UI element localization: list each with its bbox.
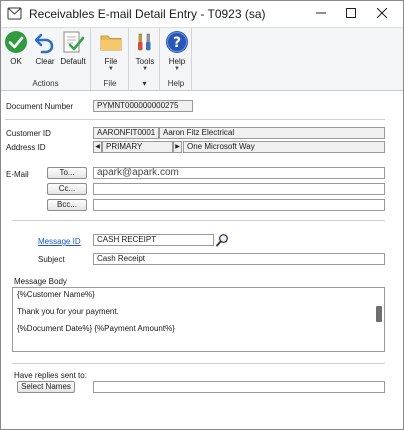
close-icon bbox=[377, 8, 387, 18]
ribbon-group-tools-dropdown[interactable]: ▾ bbox=[130, 79, 159, 88]
to-field[interactable]: apark@apark.com bbox=[93, 167, 385, 179]
title-bar: Receivables E-mail Detail Entry - T0923 … bbox=[1, 1, 403, 27]
ribbon-group-label-help: Help bbox=[167, 79, 185, 88]
customer-name-field: Aaron Fitz Electrical bbox=[159, 127, 385, 139]
cc-field[interactable] bbox=[93, 183, 385, 195]
default-button[interactable]: Default bbox=[58, 30, 88, 70]
undo-icon bbox=[34, 33, 54, 54]
message-line: Thank you for your payment. bbox=[17, 307, 119, 316]
app-icon bbox=[7, 7, 22, 20]
help-button[interactable]: ? Help ▼ bbox=[162, 30, 192, 72]
minimize-button[interactable] bbox=[306, 1, 336, 25]
separator bbox=[12, 220, 385, 221]
address-id-field: PRIMARY bbox=[102, 141, 173, 153]
file-button[interactable]: File ▼ bbox=[96, 30, 126, 72]
scrollbar-thumb[interactable] bbox=[376, 306, 382, 322]
address-prev-button[interactable]: ◀ bbox=[93, 141, 102, 153]
select-names-button[interactable]: Select Names bbox=[17, 381, 75, 393]
subject-label: Subject bbox=[38, 255, 65, 264]
help-icon: ? bbox=[166, 31, 188, 53]
address-id-label: Address ID bbox=[6, 143, 46, 152]
separator bbox=[12, 363, 385, 364]
maximize-button[interactable] bbox=[336, 1, 366, 25]
bcc-button[interactable]: Bcc... bbox=[47, 199, 87, 211]
replies-field[interactable] bbox=[93, 381, 385, 393]
window-title: Receivables E-mail Detail Entry - T0923 … bbox=[29, 7, 266, 21]
bcc-field[interactable] bbox=[93, 199, 385, 211]
document-number-field: PYMNT000000000275 bbox=[93, 100, 193, 112]
cc-button[interactable]: Cc... bbox=[47, 183, 87, 195]
separator bbox=[5, 119, 385, 120]
maximize-icon bbox=[346, 8, 356, 18]
customer-id-label: Customer ID bbox=[6, 129, 51, 138]
to-button[interactable]: To... bbox=[47, 167, 87, 179]
tools-button[interactable]: Tools ▼ bbox=[130, 30, 160, 72]
message-line: {%Customer Name%} bbox=[17, 290, 95, 299]
magnifier-icon[interactable] bbox=[215, 233, 230, 247]
replies-label: Have replies sent to: bbox=[14, 371, 87, 380]
email-label: E-Mail bbox=[6, 170, 29, 179]
subject-field[interactable]: Cash Receipt bbox=[93, 253, 385, 265]
ribbon-group-label-file: File bbox=[103, 79, 117, 88]
help-dropdown-arrow: ▼ bbox=[174, 66, 180, 72]
tools-dropdown-arrow: ▼ bbox=[142, 66, 148, 72]
message-body-label: Message Body bbox=[14, 277, 67, 286]
message-id-link[interactable]: Message ID bbox=[38, 237, 81, 246]
message-line: {%Document Date%} {%Payment Amount%} bbox=[17, 324, 175, 333]
close-button[interactable] bbox=[367, 1, 397, 25]
document-number-label: Document Number bbox=[6, 102, 74, 111]
tools-icon bbox=[138, 33, 151, 51]
minimize-icon bbox=[316, 12, 326, 14]
window: Receivables E-mail Detail Entry - T0923 … bbox=[0, 0, 404, 430]
ribbon-group-tools: Tools ▼ ▾ bbox=[130, 28, 160, 91]
ribbon-group-file: File ▼ File bbox=[92, 28, 129, 91]
address-next-button[interactable]: ▶ bbox=[173, 141, 182, 153]
checkmark-icon bbox=[5, 31, 27, 53]
default-label: Default bbox=[60, 57, 86, 66]
address-line-field: One Microsoft Way bbox=[183, 141, 385, 153]
message-body-scrollbar[interactable] bbox=[376, 292, 382, 349]
form-body: Document Number PYMNT000000000275 Custom… bbox=[1, 92, 403, 429]
document-check-icon bbox=[63, 31, 85, 53]
message-body-textarea[interactable]: {%Customer Name%} Thank you for your pay… bbox=[12, 287, 385, 352]
folder-icon bbox=[100, 35, 122, 51]
file-dropdown-arrow: ▼ bbox=[108, 66, 114, 72]
ribbon-group-label-actions: Actions bbox=[32, 79, 59, 88]
svg-text:?: ? bbox=[173, 35, 181, 51]
help-label: Help bbox=[168, 57, 186, 66]
customer-id-field: AARONFIT0001 bbox=[93, 127, 159, 139]
file-button-label: File bbox=[104, 57, 118, 66]
message-id-field[interactable]: CASH RECEIPT bbox=[93, 234, 214, 246]
ribbon-group-help: ? Help ▼ Help bbox=[161, 28, 192, 91]
ribbon: OK Clear Default Actions File ▼ File Too… bbox=[1, 27, 403, 91]
ribbon-group-actions: OK Clear Default Actions bbox=[1, 28, 91, 91]
